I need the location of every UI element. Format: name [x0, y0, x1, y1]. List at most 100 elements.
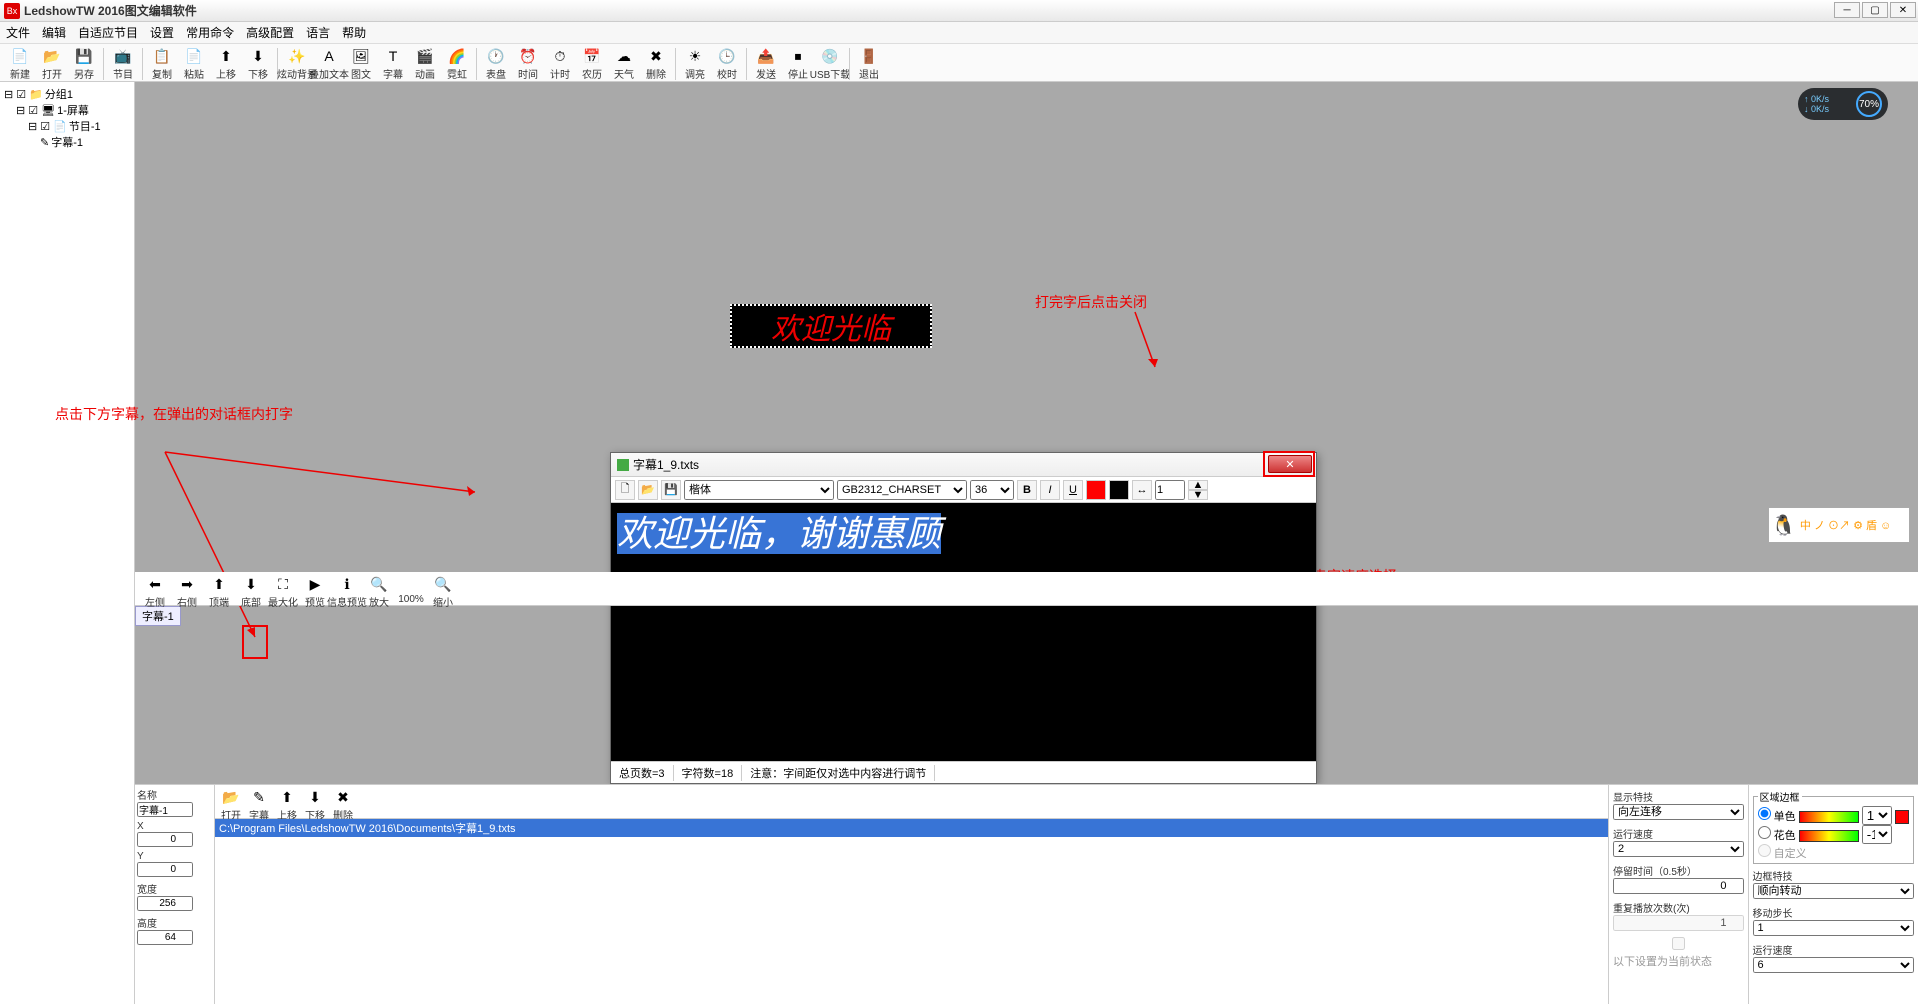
size-select[interactable]: 36 [970, 480, 1014, 500]
tbtn-左侧[interactable]: ⬅左侧 [140, 574, 170, 609]
border-step-select[interactable]: 1 [1753, 920, 1914, 936]
arrow-left-to-subtitle [105, 442, 305, 692]
字幕-icon: ✎ [249, 787, 269, 807]
width-input[interactable] [137, 896, 193, 911]
tbtn-放大[interactable]: 🔍放大 [364, 574, 394, 609]
run-speed-select[interactable]: 2 [1613, 841, 1744, 857]
tbtn-下移[interactable]: ⬇下移 [243, 46, 273, 81]
text-color-red[interactable] [1086, 480, 1106, 500]
font-select[interactable]: 楷体 [684, 480, 834, 500]
dialog-close-button[interactable]: ✕ [1268, 455, 1312, 473]
tbtn-新建[interactable]: 📄新建 [5, 46, 35, 81]
open-file-icon[interactable]: 📂 [638, 480, 658, 500]
tbtn-USB下载[interactable]: 💿USB下载 [815, 46, 845, 81]
name-input[interactable] [137, 802, 193, 817]
tree-screen[interactable]: ⊟ ☑ 🖥 1-屏幕 [4, 102, 130, 118]
border-effect-select[interactable]: 顺向转动 [1753, 883, 1914, 899]
charset-select[interactable]: GB2312_CHARSET [837, 480, 967, 500]
menu-帮助[interactable]: 帮助 [342, 24, 366, 41]
x-input[interactable] [137, 832, 193, 847]
menu-文件[interactable]: 文件 [6, 24, 30, 41]
text-editor[interactable]: 欢迎光临，谢谢惠顾 [611, 503, 1316, 761]
stay-time-input[interactable] [1613, 878, 1744, 894]
subtitle-tab[interactable]: 字幕-1 [135, 606, 181, 626]
project-tree[interactable]: ⊟ ☑ 📁 分组1 ⊟ ☑ 🖥 1-屏幕 ⊟ ☑ 📄 节目-1 ✎ 字幕-1 [0, 82, 135, 1004]
tbtn-字幕[interactable]: ✎字幕 [246, 787, 272, 822]
dialog-titlebar[interactable]: 字幕1_9.txts ✕ [611, 453, 1316, 477]
border-flower-radio[interactable] [1758, 826, 1771, 839]
menu-语言[interactable]: 语言 [306, 24, 330, 41]
color-bar-1[interactable] [1799, 811, 1859, 823]
tbtn-上移[interactable]: ⬆上移 [274, 787, 300, 822]
save-file-icon[interactable]: 💾 [661, 480, 681, 500]
tbtn-信息预览[interactable]: ℹ信息预览 [332, 574, 362, 609]
tbtn-顶端[interactable]: ⬆顶端 [204, 574, 234, 609]
tbtn-底部[interactable]: ⬇底部 [236, 574, 266, 609]
underline-button[interactable]: U [1063, 480, 1083, 500]
tbtn-校时[interactable]: 🕒校时 [712, 46, 742, 81]
spacing-input[interactable] [1155, 480, 1185, 500]
network-widget: ↑ 0K/s↓ 0K/s 70% [1798, 88, 1888, 120]
tree-group[interactable]: ⊟ ☑ 📁 分组1 [4, 86, 130, 102]
qq-assistant-widget[interactable]: 🐧 中 ノ ⊙↗ ⚙ 盾 ☺ [1768, 507, 1910, 543]
minimize-button[interactable]: ─ [1834, 2, 1860, 18]
border-color-swatch[interactable] [1895, 810, 1909, 824]
display-effect-select[interactable]: 向左连移 [1613, 804, 1744, 820]
tbtn-农历[interactable]: 📅农历 [577, 46, 607, 81]
menu-自适应节目[interactable]: 自适应节目 [78, 24, 138, 41]
tbtn-计时[interactable]: ⏱计时 [545, 46, 575, 81]
tbtn-删除[interactable]: ✖删除 [641, 46, 671, 81]
height-input[interactable] [137, 930, 193, 945]
tbtn-动画[interactable]: 🎬动画 [410, 46, 440, 81]
tbtn-炫动背景[interactable]: ✨炫动背景 [282, 46, 312, 81]
tree-program[interactable]: ⊟ ☑ 📄 节目-1 [4, 118, 130, 134]
tbtn-另存[interactable]: 💾另存 [69, 46, 99, 81]
tbtn-发送[interactable]: 📤发送 [751, 46, 781, 81]
tbtn-调亮[interactable]: ☀调亮 [680, 46, 710, 81]
tbtn-图文[interactable]: 🖼图文 [346, 46, 376, 81]
tree-subtitle[interactable]: ✎ 字幕-1 [4, 134, 130, 150]
tbtn-霓虹[interactable]: 🌈霓虹 [442, 46, 472, 81]
maximize-button[interactable]: ▢ [1862, 2, 1888, 18]
tbtn-上移[interactable]: ⬆上移 [211, 46, 241, 81]
led-preview[interactable]: 欢迎光临 [730, 304, 932, 348]
menu-高级配置[interactable]: 高级配置 [246, 24, 294, 41]
menu-编辑[interactable]: 编辑 [42, 24, 66, 41]
file-row-selected[interactable]: C:\Program Files\LedshowTW 2016\Document… [215, 819, 1608, 837]
tbtn-右侧[interactable]: ➡右侧 [172, 574, 202, 609]
tbtn-复制[interactable]: 📋复制 [147, 46, 177, 81]
tbtn-天气[interactable]: ☁天气 [609, 46, 639, 81]
spacing-icon[interactable]: ↔ [1132, 480, 1152, 500]
menu-常用命令[interactable]: 常用命令 [186, 24, 234, 41]
tbtn-字幕[interactable]: T字幕 [378, 46, 408, 81]
y-input[interactable] [137, 862, 193, 877]
border-speed-select[interactable]: 6 [1753, 957, 1914, 973]
border-val1[interactable]: 1 [1862, 806, 1892, 825]
italic-button[interactable]: I [1040, 480, 1060, 500]
close-button[interactable]: ✕ [1890, 2, 1916, 18]
menu-设置[interactable]: 设置 [150, 24, 174, 41]
tbtn-停止[interactable]: ⏹停止 [783, 46, 813, 81]
tbtn-下移[interactable]: ⬇下移 [302, 787, 328, 822]
删除-icon: ✖ [333, 787, 353, 807]
tbtn-打开[interactable]: 📂打开 [218, 787, 244, 822]
tbtn-节目[interactable]: 📺节目 [108, 46, 138, 81]
tbtn-删除[interactable]: ✖删除 [330, 787, 356, 822]
spacing-down[interactable]: ▼ [1188, 490, 1208, 500]
tbtn-时间[interactable]: ⏰时间 [513, 46, 543, 81]
border-single-radio[interactable] [1758, 807, 1771, 820]
tbtn-叠加文本[interactable]: A叠加文本 [314, 46, 344, 81]
tbtn-100%[interactable]: 100% [396, 574, 426, 605]
tbtn-最大化[interactable]: ⛶最大化 [268, 574, 298, 609]
tbtn-缩小[interactable]: 🔍缩小 [428, 574, 458, 609]
tbtn-预览[interactable]: ▶预览 [300, 574, 330, 609]
file-list[interactable]: C:\Program Files\LedshowTW 2016\Document… [215, 819, 1608, 1004]
new-file-icon[interactable]: 🗋 [615, 480, 635, 500]
tbtn-表盘[interactable]: 🕐表盘 [481, 46, 511, 81]
bold-button[interactable]: B [1017, 480, 1037, 500]
tbtn-粘贴[interactable]: 📄粘贴 [179, 46, 209, 81]
tbtn-打开[interactable]: 📂打开 [37, 46, 67, 81]
bg-color-black[interactable] [1109, 480, 1129, 500]
border-val2[interactable]: -1 [1862, 825, 1892, 844]
tbtn-退出[interactable]: 🚪退出 [854, 46, 884, 81]
